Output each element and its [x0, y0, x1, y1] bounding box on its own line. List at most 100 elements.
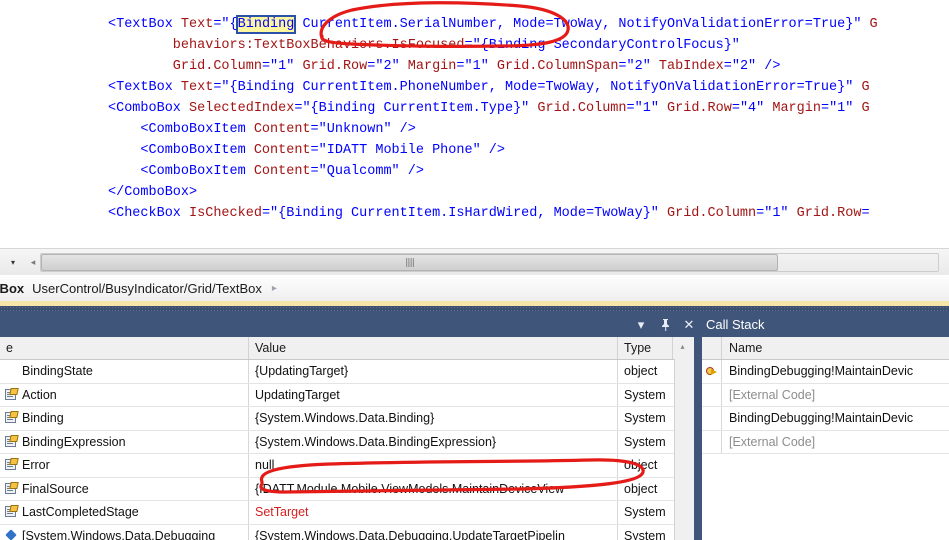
call-stack-grid[interactable]: Name BindingDebugging!MaintainDevic [Exte…	[702, 337, 949, 540]
horizontal-scroll-thumb[interactable]: ‖‖	[41, 254, 778, 271]
code-token: ="1"	[261, 59, 295, 74]
cell-value[interactable]: null	[249, 454, 618, 477]
horizontal-scroll-track[interactable]: ‖‖	[40, 253, 939, 272]
column-header-name[interactable]: e	[0, 337, 249, 359]
code-token: G	[861, 17, 878, 32]
code-token: Grid.Row	[788, 206, 862, 221]
chevron-right-icon[interactable]: ▸	[272, 283, 277, 294]
cell-name-label: Error	[22, 458, 50, 473]
table-row[interactable]: Action UpdatingTarget System	[0, 383, 694, 407]
cell-type: object	[624, 364, 658, 379]
cell-name[interactable]: Error	[0, 454, 249, 477]
cell-name[interactable]: BindingState	[0, 360, 249, 383]
scroll-thumb-grip-icon: ‖‖	[405, 257, 415, 268]
table-row[interactable]: FinalSource {IDATT.Module.Mobile.ViewMode…	[0, 477, 694, 501]
highlighted-token[interactable]: Binding	[235, 15, 297, 34]
code-line[interactable]: <TextBox Text="{Binding CurrentItem.Seri…	[0, 14, 949, 35]
property-icon	[5, 505, 19, 518]
cell-value[interactable]: {System.Windows.Data.Binding}	[249, 407, 618, 430]
code-token: Grid.Column	[529, 101, 627, 116]
call-stack-grid-header: Name	[702, 337, 949, 360]
call-stack-frame-label: [External Code]	[729, 434, 816, 449]
code-token: Margin	[399, 59, 457, 74]
cell-value[interactable]: UpdatingTarget	[249, 383, 618, 406]
code-token: IsChecked	[189, 206, 262, 221]
call-stack-titlebar[interactable]: Call Stack	[698, 311, 949, 337]
code-line[interactable]: </ComboBox>	[0, 182, 949, 203]
cell-value[interactable]: SetTarget	[249, 501, 618, 524]
cell-name[interactable]: FinalSource	[0, 477, 249, 500]
column-header-value[interactable]: Value	[249, 337, 618, 359]
editor-horizontal-scrollbar-row[interactable]: ▾ ◂ ‖‖	[0, 248, 949, 276]
column-header-callstack-name[interactable]: Name	[722, 337, 762, 359]
locals-vertical-scrollbar[interactable]	[674, 359, 694, 540]
table-row[interactable]: Error null object	[0, 454, 694, 478]
cell-value[interactable]: {UpdatingTarget}	[249, 360, 618, 383]
code-token: =	[861, 206, 870, 221]
xaml-code-editor[interactable]: <TextBox Text="{Binding CurrentItem.Seri…	[0, 0, 949, 248]
cell-value[interactable]: {System.Windows.Data.Debugging.UpdateTar…	[249, 524, 618, 540]
cell-value[interactable]: {System.Windows.Data.BindingExpression}	[249, 430, 618, 453]
code-token: <ComboBoxItem	[108, 122, 254, 137]
table-row[interactable]: Binding {System.Windows.Data.Binding} Syst…	[0, 407, 694, 431]
cell-name-label: FinalSource	[22, 481, 89, 496]
code-line[interactable]: <TextBox Text="{Binding CurrentItem.Phon…	[0, 77, 949, 98]
code-line[interactable]: <ComboBoxItem Content="IDATT Mobile Phon…	[0, 140, 949, 161]
breadcrumb-path[interactable]: UserControl/BusyIndicator/Grid/TextBox	[32, 281, 272, 296]
close-icon[interactable]: ✕	[682, 315, 696, 333]
diamond-icon	[5, 530, 18, 540]
locals-grid[interactable]: e Value Type ▴ BindingState {UpdatingTarg…	[0, 337, 696, 540]
code-line[interactable]: <ComboBoxItem Content="Unknown" />	[0, 119, 949, 140]
column-header-type[interactable]: Type	[618, 337, 672, 359]
cell-value[interactable]: {IDATT.Module.Mobile.ViewModels.Maintain…	[249, 477, 618, 500]
breadcrumb-current-element[interactable]: xtBox	[0, 281, 32, 296]
code-token: <TextBox	[108, 80, 181, 95]
call-stack-panel: Call Stack Name BindingDebugging!Maintai…	[698, 311, 949, 540]
code-token: Grid.Row	[294, 59, 368, 74]
list-item[interactable]: BindingDebugging!MaintainDevic	[702, 360, 949, 384]
code-line[interactable]: Grid.Column="1" Grid.Row="2" Margin="1" …	[0, 56, 949, 77]
code-token: ="{Binding CurrentItem.PhoneNumber, Mode…	[213, 80, 854, 95]
code-token: behaviors:TextBoxBehaviors.IsFocused	[108, 38, 465, 53]
code-line[interactable]: <ComboBox SelectedIndex="{Binding Curren…	[0, 98, 949, 119]
cell-name[interactable]: LastCompletedStage	[0, 501, 249, 524]
debug-dock-area: ▾ ✕ e Value Type ▴ BindingState {Updatin…	[0, 311, 949, 540]
list-item[interactable]: [External Code]	[702, 430, 949, 454]
chevron-down-icon[interactable]: ▾	[0, 250, 26, 276]
property-icon	[5, 458, 19, 471]
code-token: <ComboBoxItem	[108, 143, 254, 158]
cell-type: System	[624, 411, 666, 426]
call-stack-gutter	[702, 430, 722, 453]
table-row[interactable]: [System.Windows.Data.Debugging {System.Wi…	[0, 524, 694, 540]
cell-name[interactable]: BindingExpression	[0, 430, 249, 453]
breadcrumb[interactable]: xtBox UserControl/BusyIndicator/Grid/Tex…	[0, 275, 949, 302]
code-line[interactable]: <ComboBoxItem Content="Qualcomm" />	[0, 161, 949, 182]
table-row[interactable]: BindingState {UpdatingTarget} object	[0, 360, 694, 384]
cell-type: System	[624, 528, 666, 540]
code-line[interactable]: behaviors:TextBoxBehaviors.IsFocused="{B…	[0, 35, 949, 56]
call-stack-empty-area	[702, 454, 949, 540]
code-token: ="2"	[367, 59, 400, 74]
locals-scroll-up-button[interactable]: ▴	[672, 337, 692, 359]
table-row[interactable]: BindingExpression {System.Windows.Data.Bi…	[0, 430, 694, 454]
table-row[interactable]: LastCompletedStage SetTarget System	[0, 501, 694, 525]
pin-icon[interactable]	[658, 315, 672, 333]
window-menu-icon[interactable]: ▾	[634, 315, 648, 333]
code-token: Grid.Column	[658, 206, 757, 221]
code-token: ="1"	[456, 59, 489, 74]
code-token: </ComboBox>	[108, 185, 198, 200]
code-token: ="{Binding CurrentItem.IsHardWired, Mode…	[261, 206, 659, 221]
cell-name[interactable]: Action	[0, 383, 249, 406]
list-item[interactable]: BindingDebugging!MaintainDevic	[702, 407, 949, 431]
scroll-left-arrow-icon[interactable]: ◂	[26, 250, 40, 276]
code-token: <ComboBox	[108, 101, 190, 116]
code-line[interactable]: <CheckBox IsChecked="{Binding CurrentIte…	[0, 203, 949, 224]
list-item[interactable]: [External Code]	[702, 383, 949, 407]
code-token: SelectedIndex	[189, 101, 295, 116]
cell-name[interactable]: [System.Windows.Data.Debugging	[0, 524, 249, 540]
cell-name-label: [System.Windows.Data.Debugging	[22, 528, 216, 540]
code-token: <ComboBoxItem	[108, 164, 254, 179]
code-token: Content	[253, 164, 311, 179]
cell-name[interactable]: Binding	[0, 407, 249, 430]
code-token: ="4"	[731, 101, 765, 116]
